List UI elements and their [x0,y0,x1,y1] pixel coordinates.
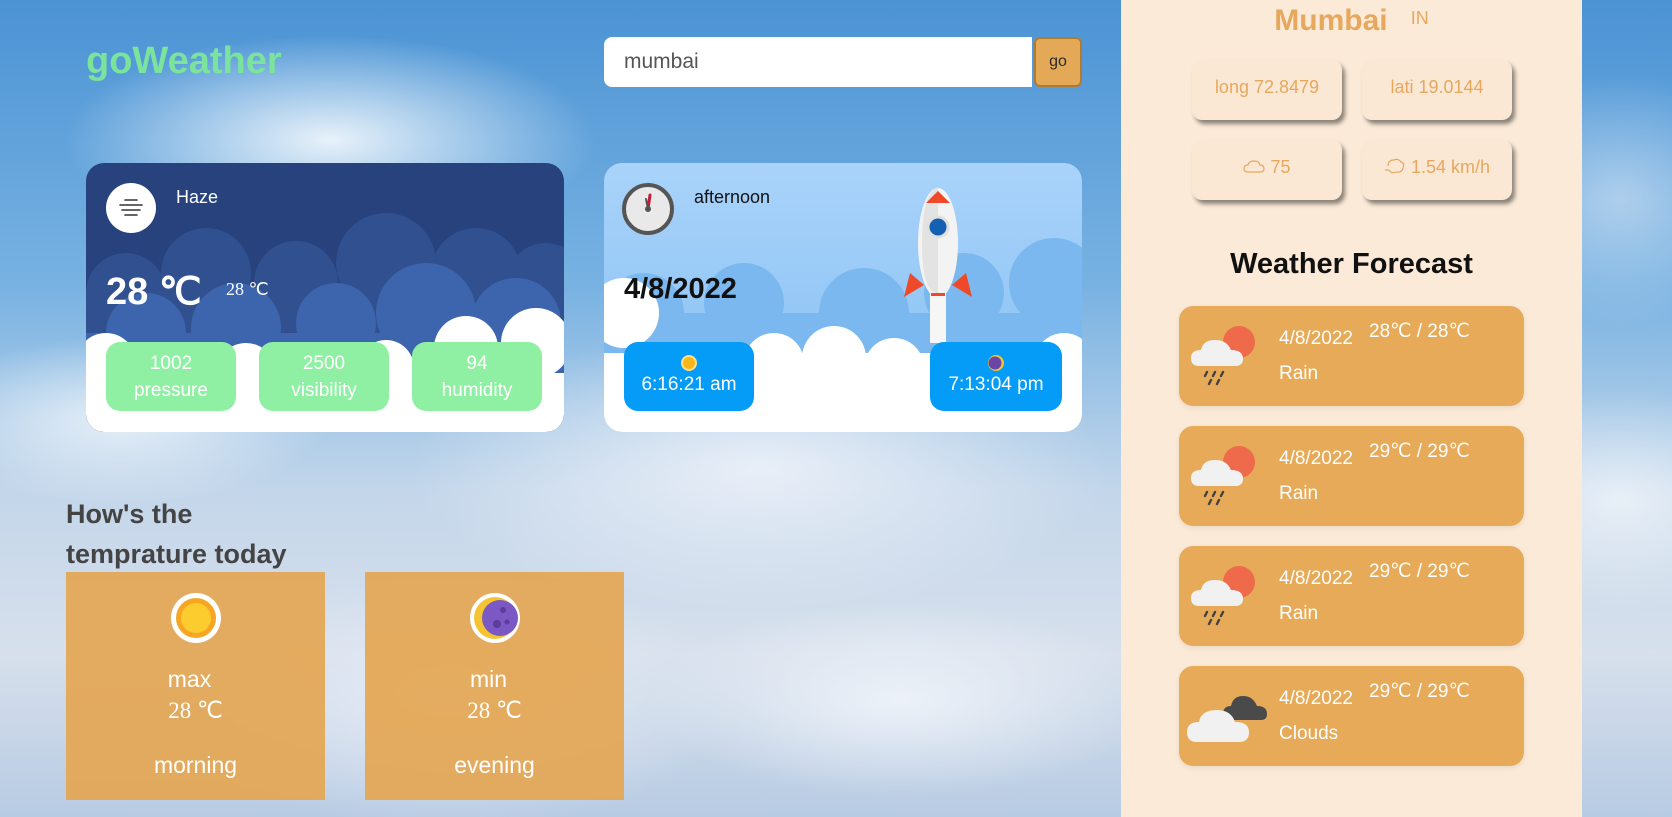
forecast-item[interactable]: 4/8/2022 29℃ / 29℃ Clouds [1179,666,1524,766]
feels-like-temperature: 28 ℃ [226,279,269,299]
forecast-desc: Clouds [1279,723,1339,744]
longitude-box: long 72.8479 [1192,60,1342,120]
current-weather-card: Haze 28 ℃ 28 ℃ 1002 pressure 2500 visibi… [86,163,564,432]
go-button[interactable]: go [1034,37,1082,87]
weather-condition: Haze [176,187,219,207]
pressure-stat: 1002 pressure [106,342,236,411]
min-value: 28 ℃ [467,698,522,723]
haze-icon [106,183,156,233]
clock-icon [622,183,674,235]
min-period: evening [454,752,535,778]
forecast-item[interactable]: 4/8/2022 29℃ / 29℃ Rain [1179,546,1524,646]
humidity-stat: 94 humidity [412,342,542,411]
forecast-temps: 28℃ / 28℃ [1369,321,1470,342]
pressure-value: 1002 [149,353,193,374]
app-logo: goWeather [86,40,282,82]
location-panel: Mumbai IN long 72.8479 lati 19.0144 75 1… [1121,0,1582,817]
rain-sun-icon [1191,446,1255,506]
sunrise-pill: 6:16:21 am [624,342,754,411]
forecast-temps: 29℃ / 29℃ [1369,681,1470,702]
rain-sun-icon [1191,326,1255,386]
wind-box: 1.54 km/h [1362,140,1512,200]
clouds-icon [1187,696,1267,742]
forecast-item[interactable]: 4/8/2022 29℃ / 29℃ Rain [1179,426,1524,526]
pressure-label: pressure [134,380,208,401]
today-heading-line2: temprature today [66,539,287,569]
max-period: morning [153,752,238,778]
forecast-temps: 29℃ / 29℃ [1369,441,1470,462]
today-heading: How's the temprature today [66,494,287,574]
humidity-value: 94 [466,353,488,374]
time-card: afternoon 4/8/2022 6:16:21 am 7:13:04 pm [604,163,1082,432]
forecast-desc: Rain [1279,483,1319,504]
min-label: min [469,666,508,692]
forecast-item[interactable]: 4/8/2022 28℃ / 28℃ Rain [1179,306,1524,406]
clouds-value: 75 [1270,157,1291,177]
country-code: IN [1410,8,1429,28]
rain-sun-icon [1191,566,1255,626]
city-header: Mumbai IN [1121,4,1582,38]
clouds-box: 75 [1192,140,1342,200]
min-temp-card: min 28 ℃ evening [365,572,624,800]
moon-icon [988,355,1004,371]
wind-value: 1.54 km/h [1410,157,1491,177]
forecast-title: Weather Forecast [1230,248,1473,280]
forecast-date: 4/8/2022 [1279,568,1353,589]
sun-icon [170,593,221,643]
forecast-date: 4/8/2022 [1279,448,1353,469]
max-temp-card: max 28 ℃ morning [66,572,325,800]
forecast-desc: Rain [1279,363,1319,384]
forecast-date: 4/8/2022 [1279,328,1353,349]
forecast-temps: 29℃ / 29℃ [1369,561,1470,582]
sun-icon [681,355,697,371]
moon-icon [469,593,520,643]
current-temperature: 28 ℃ [106,271,202,313]
visibility-label: visibility [291,380,357,401]
max-value: 28 ℃ [168,698,223,723]
search-bar: go [604,37,1082,87]
current-date: 4/8/2022 [624,273,737,305]
max-label: max [167,666,212,692]
visibility-stat: 2500 visibility [259,342,389,411]
latitude-box: lati 19.0144 [1362,60,1512,120]
visibility-value: 2500 [302,353,346,374]
forecast-date: 4/8/2022 [1279,688,1353,709]
sunset-time: 7:13:04 pm [948,374,1044,395]
city-search-input[interactable] [604,37,1032,87]
forecast-desc: Rain [1279,603,1319,624]
sunrise-time: 6:16:21 am [641,374,737,395]
time-of-day: afternoon [694,187,771,207]
cloud-icon [1243,160,1266,173]
city-name: Mumbai [1274,4,1388,37]
humidity-label: humidity [441,380,513,401]
wind-icon [1384,158,1405,174]
today-heading-line1: How's the [66,499,193,529]
sunset-pill: 7:13:04 pm [930,342,1062,411]
